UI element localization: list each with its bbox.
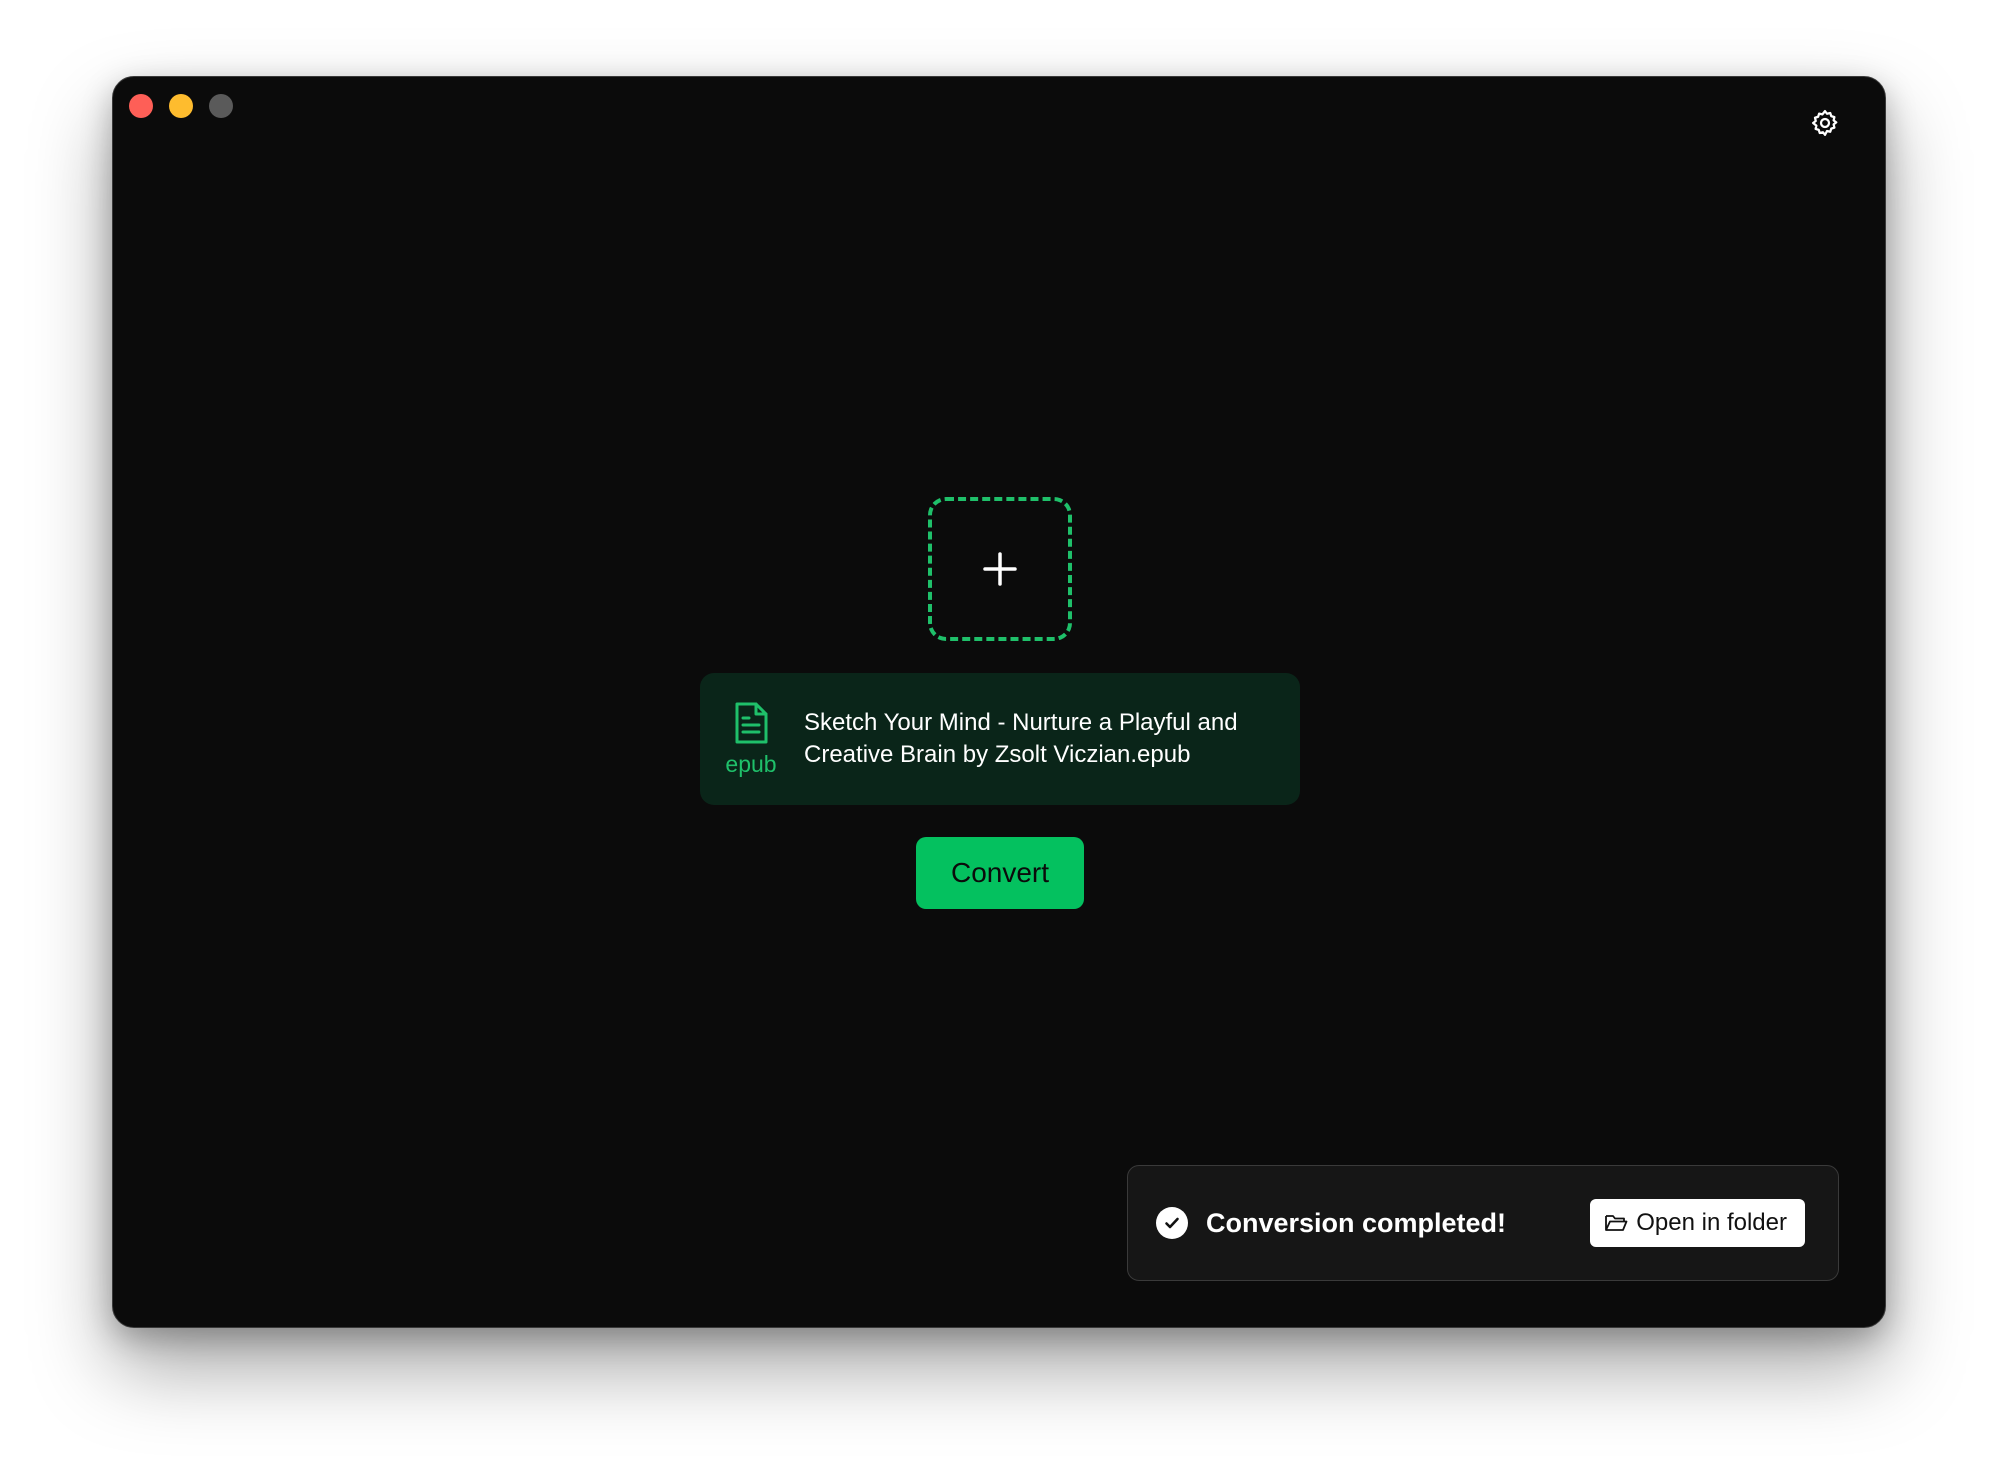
selected-file-card: epub Sketch Your Mind - Nurture a Playfu… — [700, 673, 1300, 805]
check-circle-icon — [1156, 1207, 1188, 1239]
file-type-label: epub — [725, 750, 777, 777]
file-dropzone[interactable] — [928, 497, 1072, 641]
gear-icon — [1812, 110, 1838, 136]
convert-button[interactable]: Convert — [916, 837, 1084, 909]
maximize-window-button[interactable] — [209, 94, 233, 118]
open-in-folder-button[interactable]: Open in folder — [1590, 1199, 1805, 1247]
plus-icon — [983, 552, 1017, 586]
toast-message: Conversion completed! — [1206, 1207, 1507, 1238]
document-icon — [735, 702, 768, 743]
window-controls — [129, 94, 233, 118]
folder-open-icon — [1605, 1215, 1628, 1231]
conversion-toast: Conversion completed! Open in folder — [1127, 1165, 1839, 1281]
file-type-badge: epub — [722, 701, 780, 778]
file-name: Sketch Your Mind - Nurture a Playful and… — [804, 709, 1238, 768]
open-in-folder-label: Open in folder — [1636, 1209, 1787, 1236]
minimize-window-button[interactable] — [169, 94, 193, 118]
settings-button[interactable] — [1809, 107, 1841, 139]
app-window: epub Sketch Your Mind - Nurture a Playfu… — [112, 76, 1886, 1328]
close-window-button[interactable] — [129, 94, 153, 118]
